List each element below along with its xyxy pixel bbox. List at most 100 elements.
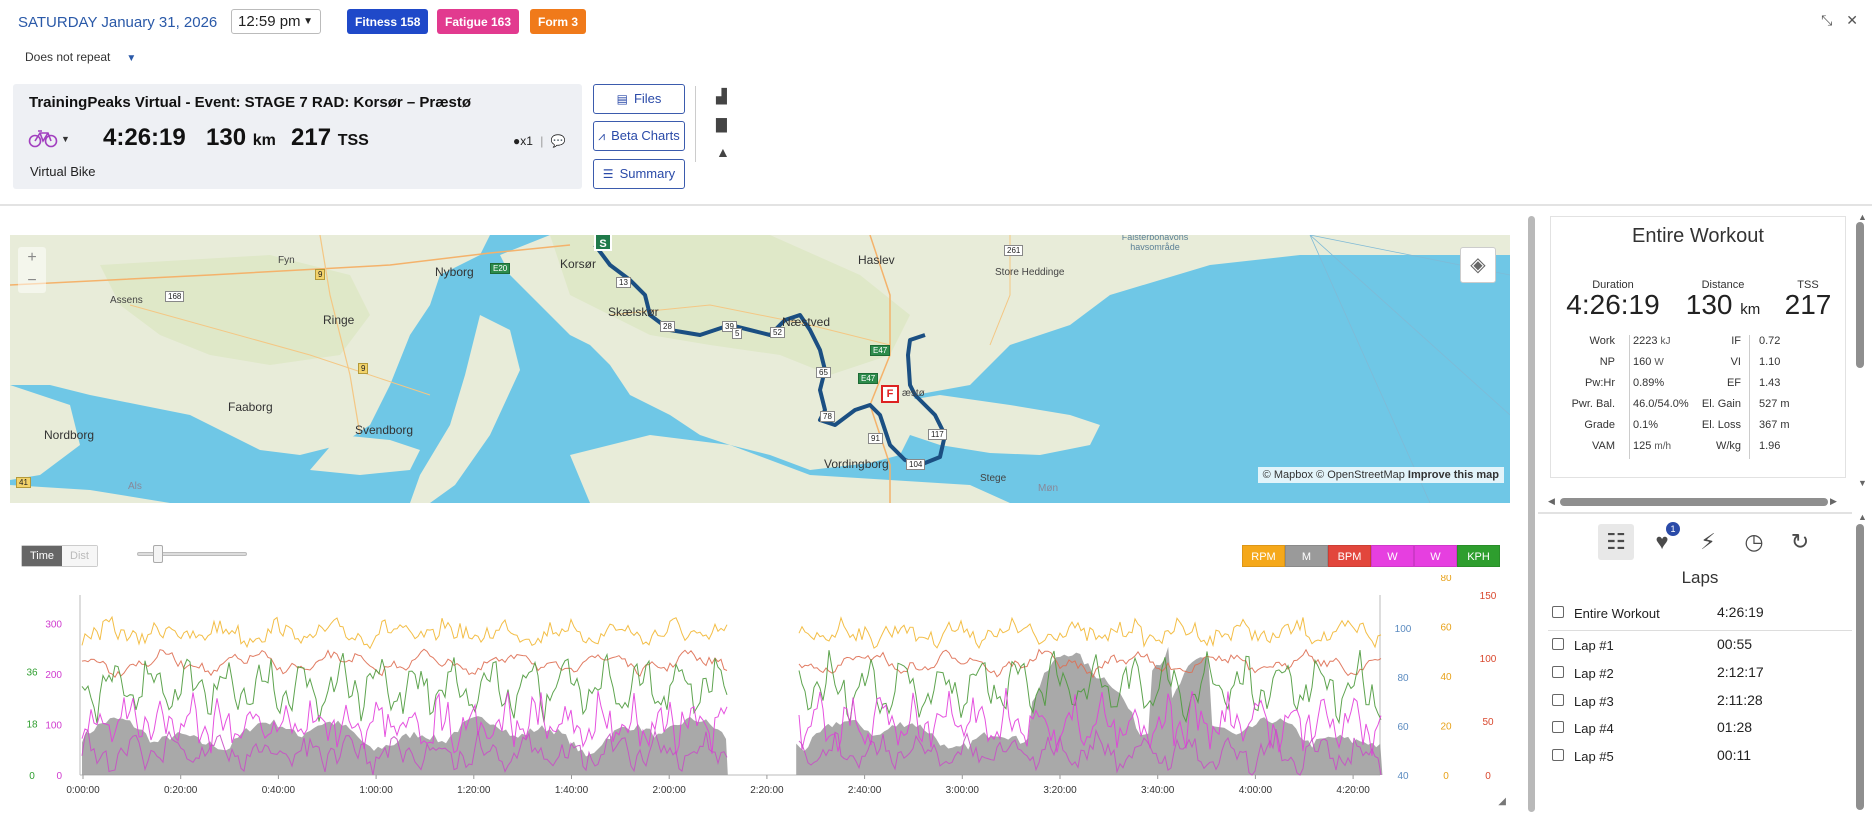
legend-chip[interactable]: RPM [1242, 545, 1285, 567]
legend-chip[interactable]: W [1414, 545, 1457, 567]
repeat-select[interactable]: Does not repeat ▼ [25, 50, 136, 64]
summary-tss: TSS 217 [1773, 279, 1843, 319]
scroll-down-icon[interactable]: ▼ [1858, 478, 1867, 488]
mountain-icon[interactable]: ▲ [716, 144, 732, 172]
metric-number: 1.96 [1759, 440, 1781, 452]
lap-row[interactable]: Lap #5 00:11 [1552, 747, 1852, 771]
divider [1548, 630, 1852, 631]
zoom-in-button[interactable]: + [18, 247, 46, 270]
close-icon[interactable]: ✕ [1846, 12, 1858, 28]
map-label-nyborg: Nyborg [435, 265, 474, 279]
map-label-nordborg: Nordborg [44, 428, 95, 442]
bike-icon[interactable] [28, 128, 58, 148]
lap-row[interactable]: Lap #4 01:28 [1552, 719, 1852, 743]
finish-marker[interactable]: F [881, 385, 899, 403]
x-tick-label: 0:20:00 [164, 785, 198, 796]
metric-number: 0.1% [1633, 419, 1659, 431]
metric-name: NP [1599, 356, 1615, 368]
chart-plot[interactable]: 0:00:00 0:20:00 0:40:00 1:00:00 1:20:00 1:40:… [10, 575, 1510, 815]
legend-chip[interactable]: W [1371, 545, 1414, 567]
metric-value: 0.1% [1633, 419, 1658, 431]
metric-number: 160 [1633, 356, 1652, 368]
summary-button[interactable]: ☰ Summary [593, 159, 685, 189]
x-tick-label: 1:40:00 [555, 785, 589, 796]
workout-chart: Time Dist RPM M BPM W W KPH 0:00:00 0:20:00 0:4… [10, 540, 1510, 815]
scroll-up-icon[interactable]: ▲ [1858, 212, 1867, 222]
lap-checkbox[interactable] [1552, 666, 1564, 678]
card-right-icons: ●x1 | 💬 [513, 134, 566, 148]
comment-icon[interactable]: ▇ [716, 116, 732, 144]
beta-charts-button[interactable]: ⩘ Beta Charts [593, 121, 685, 151]
improve-map-link[interactable]: Improve this map [1408, 469, 1499, 481]
tab-refresh-icon[interactable]: ↻ [1782, 524, 1818, 560]
lap-checkbox[interactable] [1552, 721, 1564, 733]
road-badge: 41 [16, 477, 31, 488]
toggle-dist[interactable]: Dist [62, 546, 97, 566]
summary-vscroll[interactable] [1856, 222, 1864, 368]
lap-row[interactable]: Lap #1 00:55 [1552, 636, 1852, 660]
legend-chip[interactable]: M [1285, 545, 1328, 567]
legend-chip[interactable]: KPH [1457, 545, 1500, 567]
metric-name: VAM [1591, 440, 1615, 452]
lap-row[interactable]: Lap #3 2:11:28 [1552, 692, 1852, 716]
x-tick-label: 0:00:00 [66, 785, 100, 796]
x-tick-label: 4:00:00 [1239, 785, 1273, 796]
elevation-area [82, 646, 1383, 775]
tab-clock-icon[interactable]: ◷ [1736, 524, 1772, 560]
legend-chip[interactable]: BPM [1328, 545, 1371, 567]
workout-tss: 217 TSS [291, 124, 369, 152]
lap-row[interactable]: Lap #2 2:12:17 [1552, 664, 1852, 688]
divider [1538, 512, 1852, 514]
start-marker[interactable]: S [594, 235, 612, 251]
toggle-time[interactable]: Time [22, 546, 63, 566]
time-select[interactable]: 12:59 pm ▼ [231, 9, 321, 34]
panel-scrollbar[interactable] [1528, 216, 1535, 812]
lap-duration: 01:28 [1717, 719, 1753, 735]
distance-value: 130 [206, 124, 247, 151]
workout-title[interactable]: TrainingPeaks Virtual - Event: STAGE 7 R… [29, 94, 471, 111]
workout-date[interactable]: SATURDAY January 31, 2026 [18, 14, 217, 31]
sport-caret-icon[interactable]: ▼ [61, 134, 70, 144]
workout-duration: 4:26:19 [103, 124, 186, 151]
tab-laps-list-icon[interactable]: ☷ [1598, 524, 1634, 560]
lap-checkbox[interactable] [1552, 606, 1564, 618]
metric-unit: kJ [1660, 336, 1671, 347]
files-label: Files [633, 91, 662, 106]
tab-lightning-icon[interactable]: ⚡ [1690, 524, 1726, 560]
lap-checkbox[interactable] [1552, 638, 1564, 650]
x-tick-label: 1:00:00 [359, 785, 393, 796]
collapse-icon[interactable]: ⤡ [1821, 12, 1832, 28]
map-label-mon: Møn [1038, 483, 1058, 494]
zoom-out-button[interactable]: − [18, 270, 46, 293]
lap-checkbox[interactable] [1552, 749, 1564, 761]
road-badge: 52 [770, 327, 785, 338]
duration-value: 4:26:19 [1566, 289, 1660, 320]
layers-icon: ◈ [1470, 254, 1486, 276]
files-button[interactable]: ▤ Files [593, 84, 685, 114]
layers-button[interactable]: ◈ [1460, 247, 1496, 283]
scroll-right-icon[interactable]: ▶ [1830, 496, 1837, 507]
mapbox-link[interactable]: © Mapbox [1263, 469, 1313, 481]
laps-vscroll[interactable] [1856, 524, 1864, 810]
comments-icon[interactable]: 💬 [551, 134, 566, 148]
scroll-up-icon[interactable]: ▲ [1858, 512, 1867, 522]
workout-header: SATURDAY January 31, 2026 12:59 pm ▼ Fit… [0, 0, 1872, 206]
form-badge: Form 3 [530, 9, 587, 34]
lap-name: Lap #1 [1574, 638, 1614, 653]
bar-chart-icon[interactable]: ▟ [716, 88, 732, 116]
rpm-tick-label: 60 [1440, 623, 1452, 634]
lap-checkbox[interactable] [1552, 694, 1564, 706]
utility-icons: ▟ ▇ ▲ [716, 88, 732, 172]
smoothing-slider-thumb[interactable] [153, 545, 163, 563]
osm-link[interactable]: © OpenStreetMap [1316, 469, 1405, 481]
metric-unit: m [1780, 398, 1790, 410]
metric-number: 2223 [1633, 335, 1658, 347]
x-tick-label: 3:40:00 [1141, 785, 1175, 796]
route-map[interactable]: Fyn Nyborg Korsør Haslev Assens Ringe Sk… [10, 235, 1510, 503]
resize-handle-icon[interactable]: ◢ [1498, 796, 1506, 807]
summary-hscroll[interactable] [1560, 498, 1828, 506]
lap-row[interactable]: Entire Workout 4:26:19 [1552, 604, 1852, 628]
map-label-korsor: Korsør [560, 257, 596, 271]
scroll-left-icon[interactable]: ◀ [1548, 496, 1555, 507]
chart-legend: RPM M BPM W W KPH [1242, 545, 1500, 567]
